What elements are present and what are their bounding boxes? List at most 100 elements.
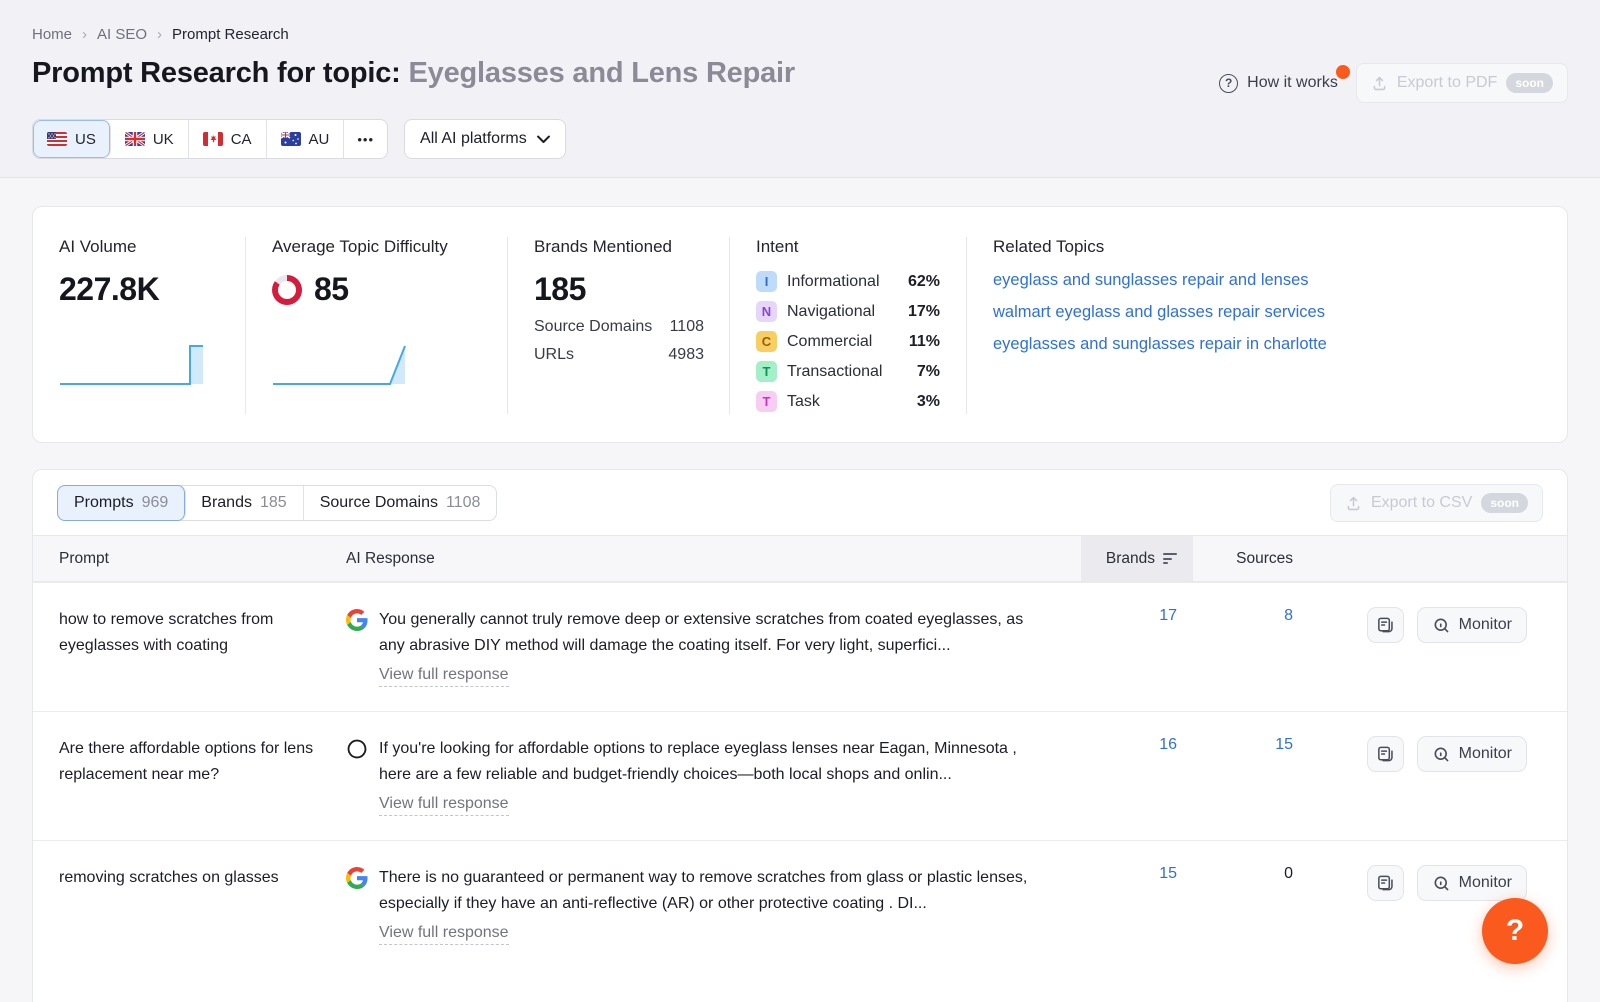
brands-count-link[interactable]: 17 [1159, 607, 1177, 624]
export-csv-button[interactable]: Export to CSV soon [1330, 484, 1543, 522]
difficulty-donut-gauge [272, 275, 302, 305]
google-icon [346, 867, 368, 889]
difficulty-value: 85 [314, 271, 349, 308]
prompt-cell: removing scratches on glasses [33, 865, 346, 945]
intent-section: Intent I Informational 62% N Navigationa… [729, 237, 966, 414]
ai-platform-value: All AI platforms [420, 130, 527, 148]
sources-count-link[interactable]: 15 [1275, 736, 1293, 753]
page-title: Prompt Research for topic: Eyeglasses an… [32, 57, 795, 90]
intent-percent: 7% [917, 363, 940, 381]
country-tab-uk[interactable]: UK [111, 120, 189, 158]
breadcrumb-current: Prompt Research [172, 26, 289, 43]
main-content: AI Volume 227.8K Average Topic Difficult… [0, 206, 1600, 1002]
intent-navigational-badge: N [756, 301, 777, 322]
export-pdf-button[interactable]: Export to PDF soon [1356, 63, 1568, 103]
report-copy-icon [1376, 874, 1395, 893]
intent-name: Informational [787, 273, 908, 291]
header-actions: ? How it works Export to PDF soon [1219, 63, 1568, 103]
view-tabs: Prompts 969 Brands 185 Source Domains 11… [57, 485, 497, 521]
prompts-table-card: Prompts 969 Brands 185 Source Domains 11… [32, 469, 1568, 1002]
column-header-sources[interactable]: Sources [1193, 550, 1303, 568]
help-fab[interactable]: ? [1482, 898, 1548, 964]
ai-volume-value: 227.8K [59, 271, 219, 308]
monitor-magnifier-icon [1432, 874, 1451, 893]
country-label: UK [153, 131, 174, 148]
related-topic-link[interactable]: walmart eyeglass and glasses repair serv… [993, 303, 1541, 322]
how-it-works-label: How it works [1247, 74, 1338, 92]
report-copy-icon [1376, 745, 1395, 764]
monitor-magnifier-icon [1432, 745, 1451, 764]
copy-report-button[interactable] [1367, 607, 1404, 643]
tab-source-domains[interactable]: Source Domains 1108 [304, 486, 497, 520]
intent-item-navigational: N Navigational 17% [756, 301, 940, 322]
export-csv-label: Export to CSV [1371, 494, 1472, 512]
monitor-label: Monitor [1459, 874, 1512, 892]
breadcrumb-home[interactable]: Home [32, 26, 72, 43]
brands-count-link[interactable]: 15 [1159, 865, 1177, 882]
monitor-button[interactable]: Monitor [1417, 607, 1527, 643]
how-it-works-link[interactable]: ? How it works [1219, 74, 1338, 93]
sources-count-link[interactable]: 8 [1284, 607, 1293, 624]
monitor-button[interactable]: Monitor [1417, 865, 1527, 901]
copy-report-button[interactable] [1367, 865, 1404, 901]
au-flag-icon [281, 132, 301, 146]
brands-mentioned-value: 185 [534, 271, 703, 308]
country-tab-ca[interactable]: CA [189, 120, 267, 158]
tab-label: Source Domains [320, 494, 438, 512]
tab-label: Prompts [74, 494, 134, 512]
country-tab-us[interactable]: US [33, 120, 111, 158]
intent-item-informational: I Informational 62% [756, 271, 940, 292]
response-text: If you're looking for affordable options… [379, 736, 1035, 788]
country-tab-au[interactable]: AU [267, 120, 345, 158]
monitor-label: Monitor [1459, 745, 1512, 763]
view-full-response-link[interactable]: View full response [379, 795, 509, 816]
view-full-response-link[interactable]: View full response [379, 666, 509, 687]
upload-icon [1345, 495, 1362, 512]
soon-badge: soon [1506, 73, 1553, 93]
intent-percent: 3% [917, 393, 940, 411]
ai-platform-dropdown[interactable]: All AI platforms [404, 119, 566, 159]
view-full-response-link[interactable]: View full response [379, 924, 509, 945]
country-label: AU [309, 131, 330, 148]
ca-flag-icon [203, 132, 223, 146]
intent-item-task: T Task 3% [756, 391, 940, 412]
tab-count: 1108 [446, 494, 480, 512]
source-domains-stat: Source Domains 1108 [534, 318, 704, 336]
urls-label: URLs [534, 346, 574, 364]
google-icon [346, 609, 368, 631]
us-flag-icon [47, 132, 67, 146]
prompt-cell: Are there affordable options for lens re… [33, 736, 346, 816]
difficulty-sparkline [272, 342, 422, 386]
sort-descending-icon [1163, 553, 1177, 564]
brands-header-label: Brands [1106, 550, 1155, 568]
intent-percent: 11% [909, 333, 940, 351]
related-topics-section: Related Topics eyeglass and sunglasses r… [966, 237, 1567, 414]
table-row: how to remove scratches from eyeglasses … [33, 582, 1567, 711]
source-domains-value: 1108 [670, 318, 704, 336]
intent-name: Task [787, 393, 917, 411]
breadcrumb-ai-seo[interactable]: AI SEO [97, 26, 147, 43]
prompt-cell: how to remove scratches from eyeglasses … [33, 607, 346, 687]
brands-mentioned-label: Brands Mentioned [534, 237, 703, 257]
page-title-topic: Eyeglasses and Lens Repair [409, 57, 795, 89]
copy-report-button[interactable] [1367, 736, 1404, 772]
related-topic-link[interactable]: eyeglasses and sunglasses repair in char… [993, 335, 1541, 354]
chatgpt-icon [346, 738, 368, 760]
tab-prompts[interactable]: Prompts 969 [57, 485, 186, 521]
brands-count-link[interactable]: 16 [1159, 736, 1177, 753]
monitor-button[interactable]: Monitor [1417, 736, 1527, 772]
difficulty-section: Average Topic Difficulty 85 [245, 237, 507, 414]
column-header-brands[interactable]: Brands [1081, 536, 1193, 581]
more-countries-button[interactable]: ••• [344, 120, 387, 158]
question-circle-icon: ? [1219, 74, 1238, 93]
tab-brands[interactable]: Brands 185 [185, 486, 303, 520]
table-row: removing scratches on glasses There is n… [33, 840, 1567, 969]
ai-volume-section: AI Volume 227.8K [33, 237, 245, 414]
intent-label: Intent [756, 237, 940, 257]
uk-flag-icon [125, 132, 145, 146]
intent-percent: 17% [908, 303, 940, 321]
ai-response-cell: If you're looking for affordable options… [346, 736, 1081, 816]
title-row: Prompt Research for topic: Eyeglasses an… [32, 57, 1568, 103]
related-topic-link[interactable]: eyeglass and sunglasses repair and lense… [993, 271, 1541, 290]
intent-informational-badge: I [756, 271, 777, 292]
